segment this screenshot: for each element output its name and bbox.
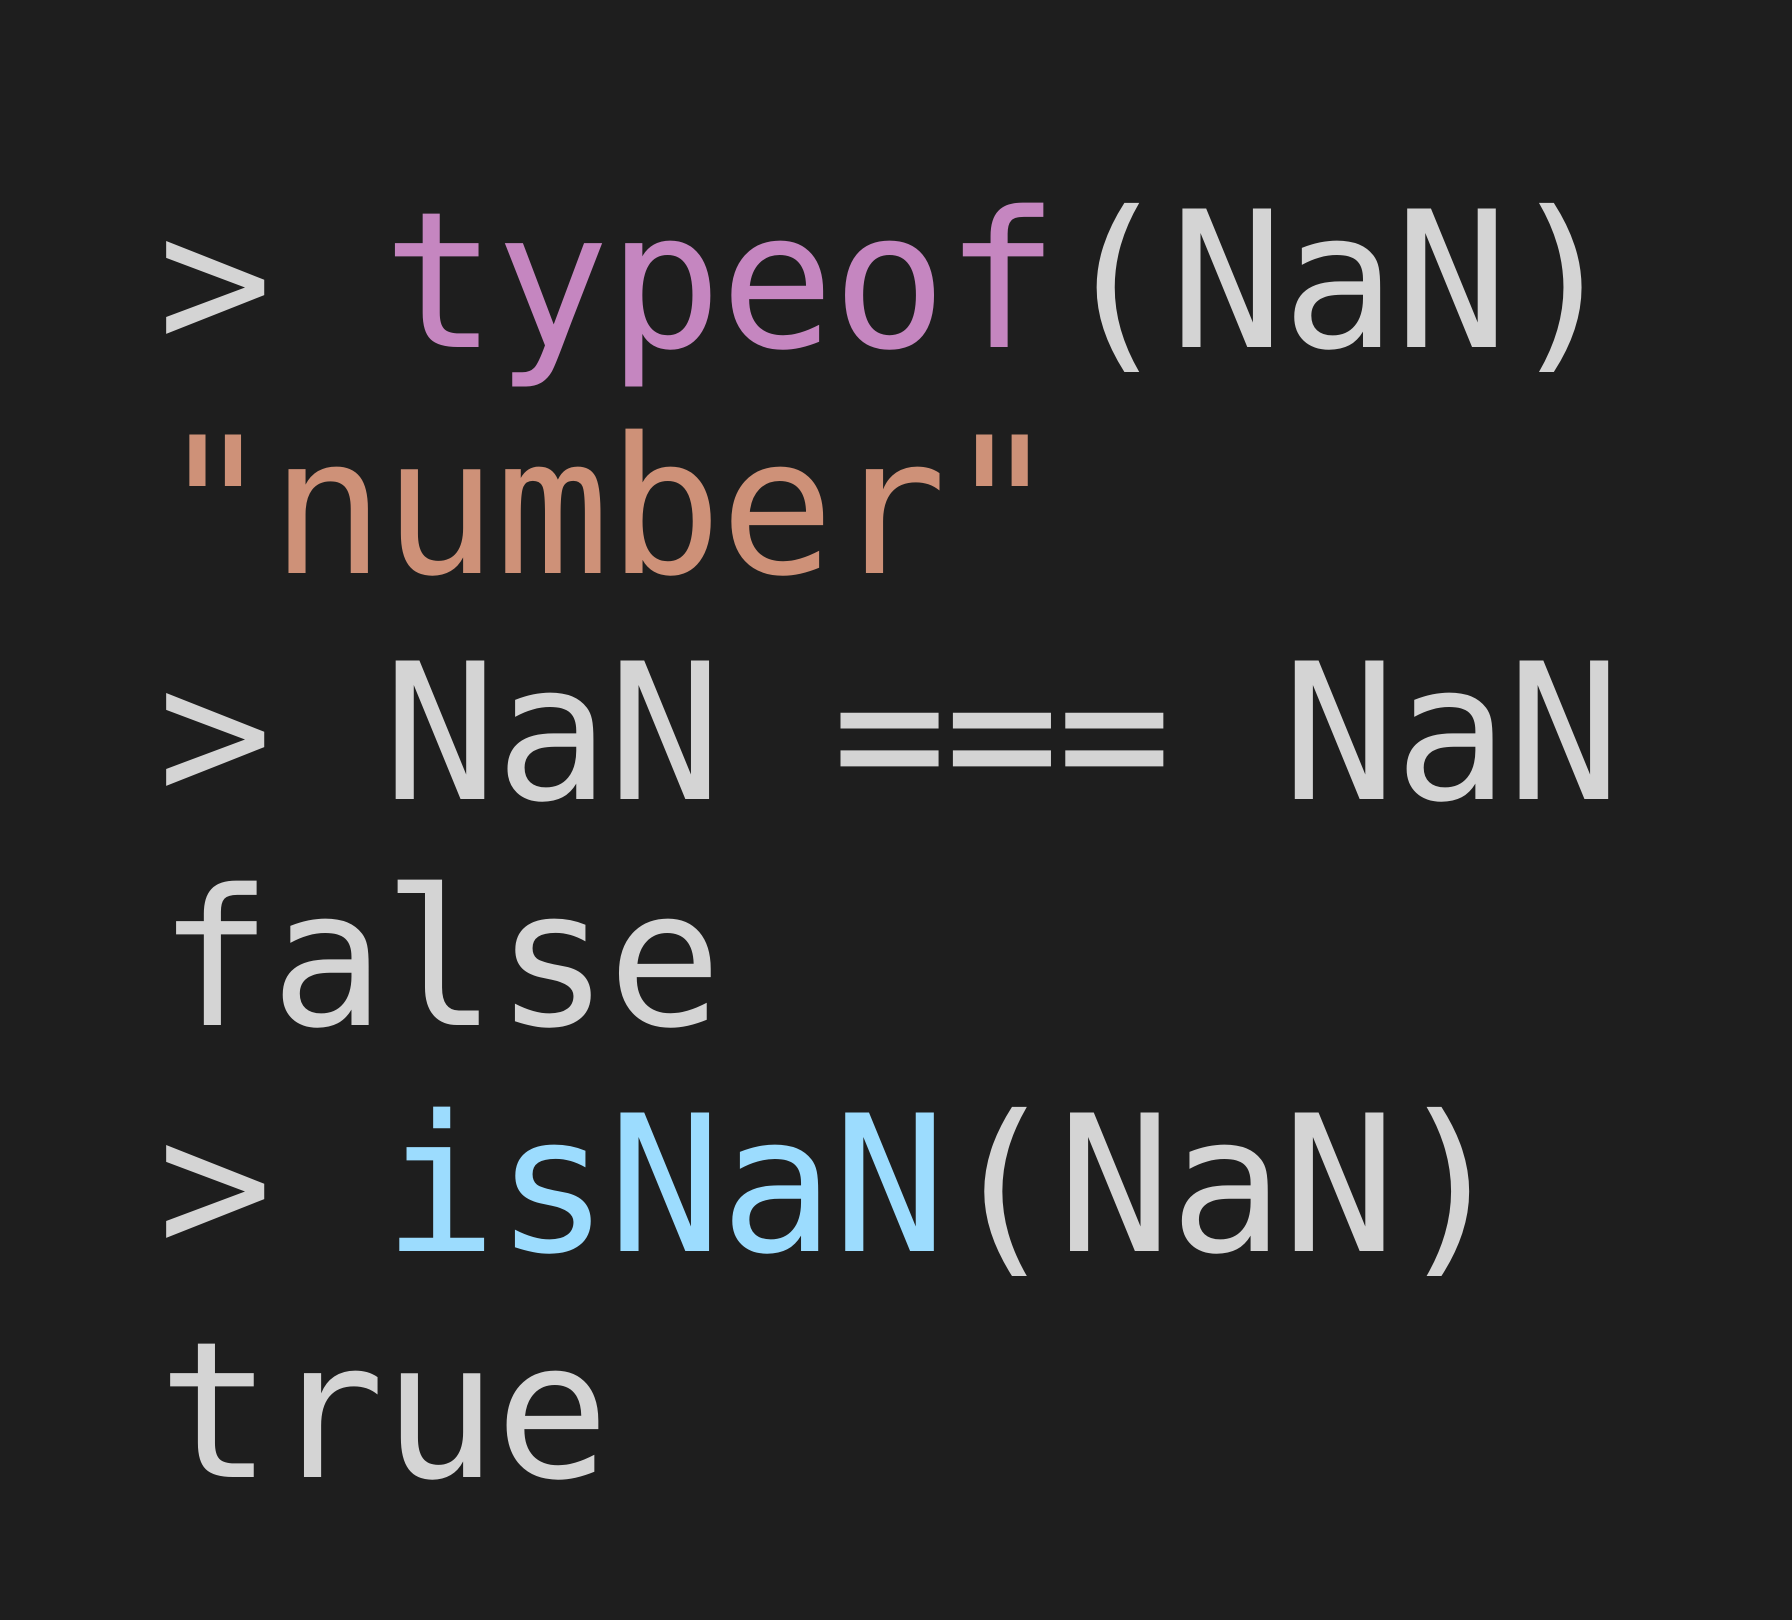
output-value: true — [158, 1301, 610, 1522]
prompt-symbol: > — [158, 171, 272, 392]
output-string: "number" — [158, 397, 1059, 618]
console-output-line: "number" — [158, 395, 1792, 621]
function-token: isNaN — [382, 1075, 947, 1296]
console-input-line: > NaN === NaN — [158, 621, 1792, 847]
console-output-line: false — [158, 847, 1792, 1073]
console-output-line: true — [158, 1299, 1792, 1525]
prompt-symbol: > — [158, 1075, 272, 1296]
console-input-line: > typeof(NaN) — [158, 169, 1792, 395]
code-token: NaN === NaN — [382, 623, 1621, 844]
console-panel: > typeof(NaN) "number" > NaN === NaN fal… — [0, 0, 1792, 1620]
prompt-symbol: > — [158, 623, 272, 844]
code-token: (NaN) — [944, 1075, 1509, 1296]
keyword-token: typeof — [382, 171, 1059, 392]
code-token: (NaN) — [1057, 171, 1621, 392]
output-value: false — [158, 849, 722, 1070]
console-input-line: > isNaN(NaN) — [158, 1073, 1792, 1299]
